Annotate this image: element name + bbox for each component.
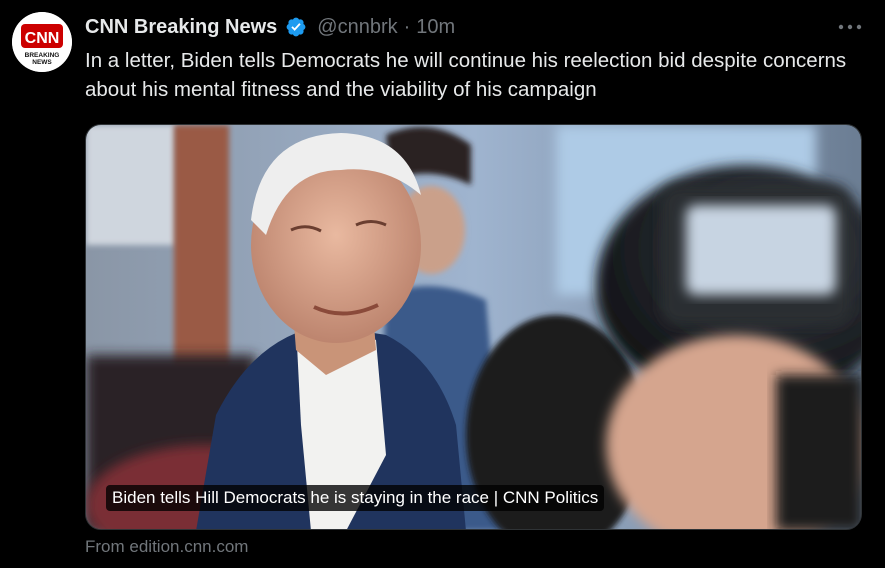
separator-dot: ·: [403, 15, 411, 38]
avatar-logo-text: CNN: [25, 30, 60, 47]
avatar[interactable]: CNN BREAKING NEWS: [12, 12, 72, 72]
avatar-sub-line2: NEWS: [32, 59, 52, 66]
tweet-text: In a letter, Biden tells Democrats he wi…: [85, 49, 847, 101]
link-card[interactable]: Biden tells Hill Democrats he is staying…: [85, 124, 862, 530]
timestamp[interactable]: 10m: [416, 16, 455, 39]
article-photo: [86, 125, 861, 529]
author-handle[interactable]: @cnnbrk: [317, 16, 397, 39]
display-name[interactable]: CNN Breaking News: [85, 16, 277, 39]
verified-badge-icon[interactable]: [285, 16, 307, 38]
cnn-logo-icon: CNN BREAKING NEWS: [12, 12, 72, 72]
more-options-icon[interactable]: [837, 18, 863, 36]
avatar-sub-line1: BREAKING: [25, 52, 60, 59]
card-source-link[interactable]: From edition.cnn.com: [85, 537, 248, 557]
card-title[interactable]: Biden tells Hill Democrats he is staying…: [106, 485, 605, 511]
tweet-header: CNN Breaking News @cnnbrk · 10m: [85, 13, 455, 41]
